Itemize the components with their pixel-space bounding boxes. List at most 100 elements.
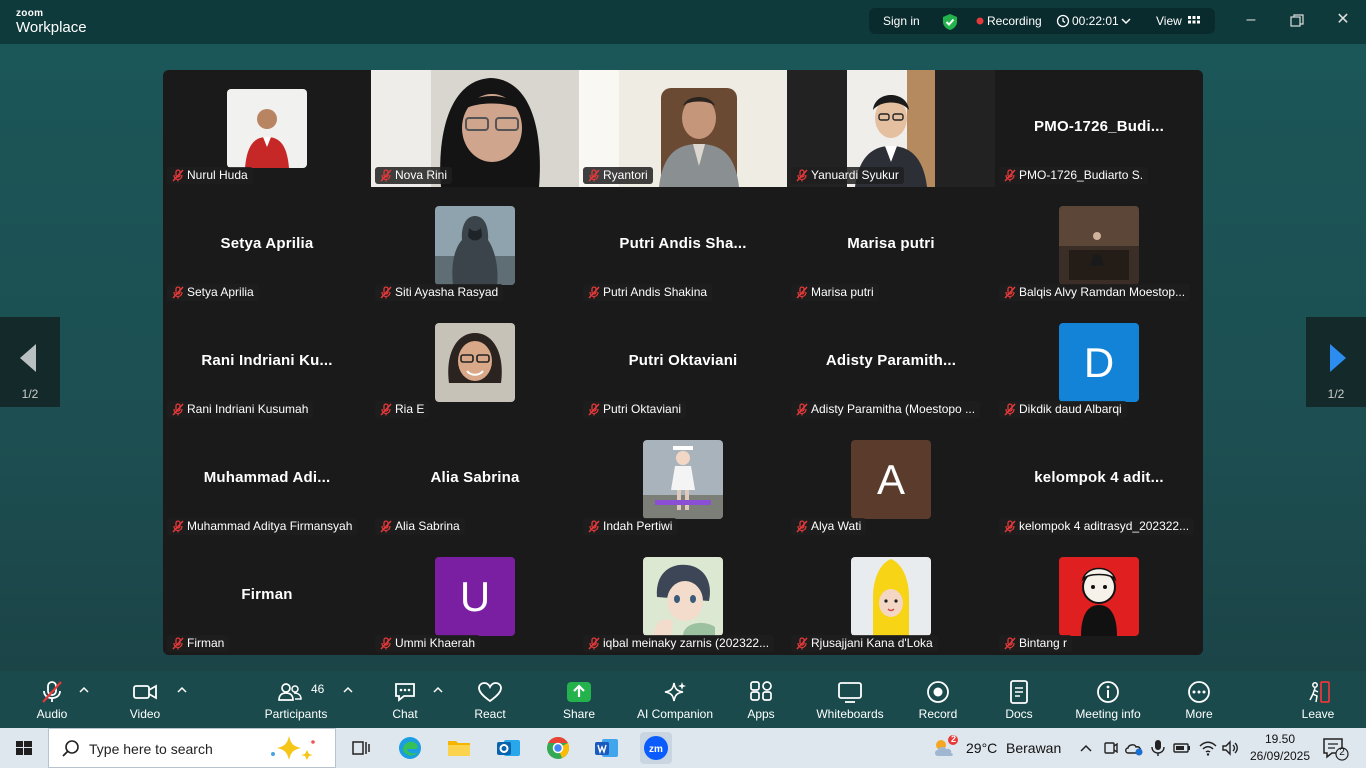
shield-check-icon[interactable]	[941, 13, 959, 30]
participant-display-name: Adisty Paramith...	[825, 352, 957, 369]
svg-text:zm: zm	[649, 744, 663, 755]
camera-tray-icon[interactable]	[1102, 739, 1120, 757]
notification-center-icon[interactable]: 2	[1320, 736, 1350, 762]
participant-initial-avatar: U	[435, 557, 515, 636]
participant-tile[interactable]: A Alya Wati	[787, 421, 995, 538]
chevron-up-icon[interactable]	[1078, 740, 1094, 756]
chevron-up-icon[interactable]	[79, 685, 89, 693]
word-icon[interactable]	[591, 732, 623, 764]
file-explorer-icon[interactable]	[443, 732, 475, 764]
participant-tile[interactable]: Nova Rini	[371, 70, 579, 187]
apps-button[interactable]: Apps	[736, 671, 786, 728]
windows-start-icon[interactable]	[8, 732, 40, 764]
chat-button[interactable]: Chat	[380, 671, 430, 728]
mic-muted-icon	[380, 403, 392, 416]
chevron-up-icon[interactable]	[177, 685, 187, 693]
outlook-icon[interactable]	[493, 732, 525, 764]
microphone-tray-icon[interactable]	[1150, 739, 1166, 757]
participant-tile[interactable]: Rani Indriani Ku... Rani Indriani Kusumah	[163, 304, 371, 421]
participant-tile[interactable]: Marisa putri Marisa putri	[787, 187, 995, 304]
mic-muted-icon	[1004, 637, 1016, 650]
participant-tile[interactable]: Putri Oktaviani Putri Oktaviani	[579, 304, 787, 421]
chevron-down-icon[interactable]	[1121, 13, 1131, 29]
prev-page-button[interactable]: 1/2	[0, 317, 60, 407]
participant-name: iqbal meinaky zarnis (202322...	[603, 636, 770, 650]
ai-companion-button[interactable]: AI Companion	[634, 671, 716, 728]
chevron-up-icon[interactable]	[343, 685, 353, 693]
meeting-info-button[interactable]: Meeting info	[1068, 671, 1148, 728]
participant-display-name: PMO-1726_Budi...	[1034, 118, 1164, 135]
participant-tile[interactable]: Nurul Huda	[163, 70, 371, 187]
participant-tile[interactable]: D Dikdik daud Albarqi	[995, 304, 1203, 421]
battery-icon[interactable]	[1172, 739, 1192, 757]
onedrive-icon[interactable]	[1124, 739, 1144, 757]
video-button[interactable]: Video	[117, 671, 173, 728]
participant-name: Bintang r	[1019, 636, 1068, 650]
participant-tile[interactable]: Balqis Alvy Ramdan Moestop...	[995, 187, 1203, 304]
more-button[interactable]: More	[1174, 671, 1224, 728]
audio-button[interactable]: Audio	[24, 671, 80, 728]
mic-muted-icon	[380, 286, 392, 299]
edge-browser-icon[interactable]	[394, 732, 426, 764]
participant-tile[interactable]: Firman Firman	[163, 538, 371, 655]
task-view-icon[interactable]	[344, 732, 376, 764]
participant-tile[interactable]: Adisty Paramith... Adisty Paramitha (Moes…	[787, 304, 995, 421]
docs-button[interactable]: Docs	[994, 671, 1044, 728]
heart-icon	[477, 680, 503, 704]
leave-button[interactable]: Leave	[1293, 671, 1343, 728]
recording-label[interactable]: Recording	[987, 13, 1042, 29]
zoom-taskbar-icon[interactable]: zm	[640, 732, 672, 764]
chrome-icon[interactable]	[542, 732, 574, 764]
participant-tile[interactable]: kelompok 4 adit... kelompok 4 aditrasyd_2…	[995, 421, 1203, 538]
clock-date[interactable]: 26/09/2025	[1245, 749, 1315, 763]
participant-name: Muhammad Aditya Firmansyah	[187, 519, 353, 533]
sign-in-button[interactable]: Sign in	[883, 13, 920, 29]
ai-companion-label: AI Companion	[636, 707, 714, 721]
participant-tile[interactable]: PMO-1726_Budi... PMO-1726_Budiarto S.	[995, 70, 1203, 187]
participant-tile[interactable]: Siti Ayasha Rasyad	[371, 187, 579, 304]
chevron-up-icon[interactable]	[433, 685, 443, 693]
whiteboard-icon	[837, 680, 863, 704]
mic-muted-icon	[1004, 403, 1016, 416]
participant-display-name: Muhammad Adi...	[203, 469, 331, 486]
close-icon[interactable]: ✕	[1328, 8, 1358, 34]
participant-tile[interactable]: Putri Andis Sha... Putri Andis Shakina	[579, 187, 787, 304]
participant-name-label: Putri Oktaviani	[583, 401, 687, 418]
next-page-button[interactable]: 1/2	[1306, 317, 1366, 407]
wifi-icon[interactable]	[1198, 739, 1218, 757]
participants-button[interactable]: 46 Participants	[258, 671, 334, 728]
participant-tile[interactable]: Rjusajjani Kana d'Loka	[787, 538, 995, 655]
participant-tile[interactable]: Ria E	[371, 304, 579, 421]
volume-icon[interactable]	[1220, 739, 1240, 757]
search-icon	[62, 740, 79, 757]
grid-view-icon[interactable]	[1187, 13, 1201, 29]
participant-tile[interactable]: Yanuardi Syukur	[787, 70, 995, 187]
participant-tile[interactable]: Muhammad Adi... Muhammad Aditya Firmansya…	[163, 421, 371, 538]
share-button[interactable]: Share	[554, 671, 604, 728]
participant-tile[interactable]: iqbal meinaky zarnis (202322...	[579, 538, 787, 655]
weather-icon[interactable]: 2	[930, 734, 960, 762]
whiteboards-button[interactable]: Whiteboards	[812, 671, 888, 728]
video-camera-icon	[132, 680, 158, 704]
clock-time[interactable]: 19.50	[1250, 732, 1310, 746]
react-button[interactable]: React	[465, 671, 515, 728]
participant-tile[interactable]: Setya Aprilia Setya Aprilia	[163, 187, 371, 304]
participant-tile[interactable]: Alia Sabrina Alia Sabrina	[371, 421, 579, 538]
participant-tile[interactable]: Indah Pertiwi	[579, 421, 787, 538]
view-button[interactable]: View	[1156, 13, 1182, 29]
mic-muted-icon	[172, 286, 184, 299]
minimize-icon[interactable]: –	[1236, 8, 1266, 34]
participant-tile[interactable]: Bintang r	[995, 538, 1203, 655]
taskbar-search-input[interactable]: Type here to search	[48, 728, 336, 768]
record-button[interactable]: Record	[913, 671, 963, 728]
participant-name: Firman	[187, 636, 225, 650]
participant-tile[interactable]: U Ummi Khaerah	[371, 538, 579, 655]
participant-tile[interactable]: Ryantori	[579, 70, 787, 187]
participant-name: Dikdik daud Albarqi	[1019, 402, 1122, 416]
restore-icon[interactable]	[1282, 8, 1312, 34]
participant-name: Balqis Alvy Ramdan Moestop...	[1019, 285, 1186, 299]
more-label: More	[1185, 707, 1213, 721]
document-icon	[1006, 680, 1032, 704]
participant-name-label: Alia Sabrina	[375, 518, 465, 535]
participant-name: Yanuardi Syukur	[811, 168, 899, 182]
